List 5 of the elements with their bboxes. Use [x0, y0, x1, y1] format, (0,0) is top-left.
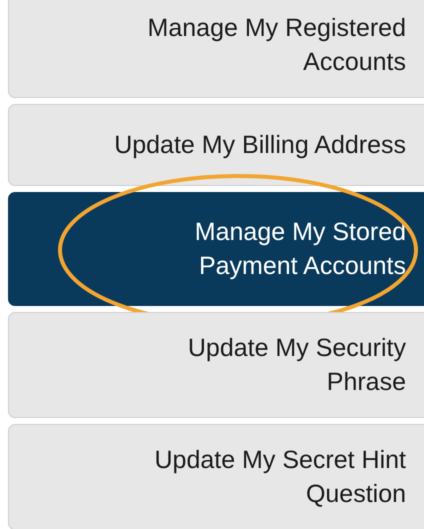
menu-item[interactable]: Update My Security Phrase: [8, 312, 424, 418]
menu-item[interactable]: Update My Secret Hint Question: [8, 424, 424, 529]
menu-item[interactable]: Manage My Registered Accounts: [8, 0, 424, 98]
menu-item[interactable]: Manage My Stored Payment Accounts: [8, 192, 424, 306]
menu-item[interactable]: Update My Billing Address: [8, 104, 424, 186]
